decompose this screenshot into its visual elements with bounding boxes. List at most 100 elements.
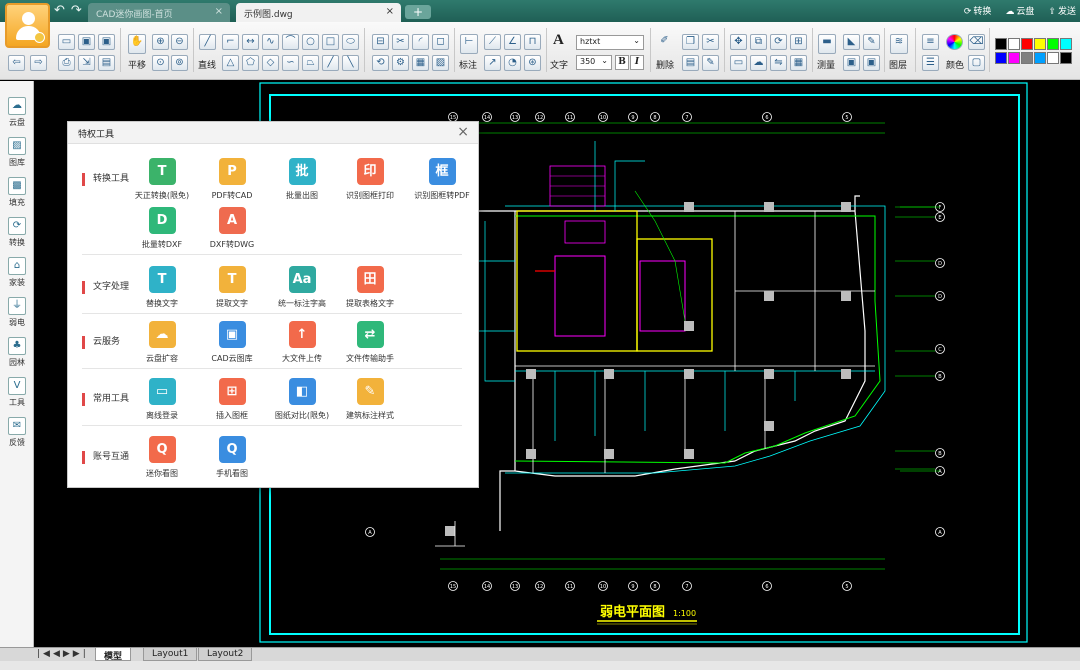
cut-icon[interactable]: ✂ bbox=[392, 34, 409, 50]
linear-dim-icon[interactable]: ⊓ bbox=[524, 34, 541, 50]
new-tab-button[interactable]: + bbox=[405, 5, 431, 19]
triangle-icon[interactable]: △ bbox=[222, 55, 239, 71]
tool-item[interactable]: 印识别图框打印 bbox=[338, 158, 402, 201]
linetype-icon[interactable]: ☰ bbox=[922, 55, 939, 71]
tool-item[interactable]: D 批量转DXF bbox=[130, 207, 194, 250]
print-icon[interactable]: ⎙ bbox=[58, 55, 75, 71]
lineweight-icon[interactable]: ≡ bbox=[922, 34, 939, 50]
save-as-icon[interactable]: ▣ bbox=[98, 34, 115, 50]
tool-item[interactable]: Q 迷你看图 bbox=[130, 436, 194, 479]
pentagon-icon[interactable]: ⬠ bbox=[242, 55, 259, 71]
mirror-icon[interactable]: ⇋ bbox=[770, 55, 787, 71]
save-icon[interactable]: ▣ bbox=[78, 34, 95, 50]
italic-button[interactable]: I bbox=[630, 55, 644, 70]
cloud-shape-icon[interactable]: ☁ bbox=[750, 55, 767, 71]
line-icon[interactable]: ╱ bbox=[199, 34, 216, 50]
radius-dim-icon[interactable]: ◔ bbox=[504, 55, 521, 71]
circle-icon[interactable]: ○ bbox=[302, 34, 319, 50]
gear-icon[interactable]: ⚙ bbox=[392, 55, 409, 71]
export-pdf-icon[interactable]: ⇲ bbox=[78, 55, 95, 71]
picture-icon[interactable]: ▣ bbox=[843, 55, 860, 71]
layer-icon[interactable]: ≋ bbox=[890, 34, 908, 54]
fillet-icon[interactable]: ◜ bbox=[412, 34, 429, 50]
image-icon[interactable]: ▨ bbox=[432, 55, 449, 71]
rect-icon[interactable]: □ bbox=[322, 34, 339, 50]
hatch-icon[interactable]: ▦ bbox=[412, 55, 429, 71]
dim-line-icon[interactable]: ↔ bbox=[242, 34, 259, 50]
curve-icon[interactable]: ⌒ bbox=[282, 34, 299, 50]
close-icon[interactable]: × bbox=[386, 6, 394, 17]
tool-item[interactable]: ▣ CAD云图库 bbox=[200, 321, 264, 364]
cloud-button[interactable]: ☁ 云盘 bbox=[1005, 4, 1034, 17]
area-icon[interactable]: ◣ bbox=[843, 34, 860, 50]
sidebar-item-garden[interactable]: ♣ 园林 bbox=[3, 335, 31, 375]
tool-item[interactable]: ◧ 图纸对比(限免) bbox=[270, 378, 334, 421]
color-swatch[interactable] bbox=[1047, 38, 1059, 50]
match-prop-icon[interactable]: ▢ bbox=[968, 55, 985, 71]
font-name-select[interactable]: hztxt ⌄ bbox=[576, 35, 644, 50]
tool-item[interactable]: Q 手机看图 bbox=[200, 436, 264, 479]
font-size-select[interactable]: 350 ⌄ bbox=[576, 55, 612, 70]
spline-icon[interactable]: ∿ bbox=[262, 34, 279, 50]
scissors-icon[interactable]: ✂ bbox=[702, 34, 719, 50]
zoom-out-icon[interactable]: ⊖ bbox=[171, 34, 188, 50]
export-image-icon[interactable]: ▤ bbox=[98, 55, 115, 71]
brush-icon[interactable]: ✎ bbox=[702, 55, 719, 71]
tool-item[interactable]: 批批量出图 bbox=[270, 158, 334, 201]
slash-icon[interactable]: ╱ bbox=[322, 55, 339, 71]
sidebar-item-hatch[interactable]: ▩ 填充 bbox=[3, 175, 31, 215]
tool-item[interactable]: T 替换文字 bbox=[130, 266, 194, 309]
close-icon[interactable]: × bbox=[215, 6, 223, 17]
copy-icon[interactable]: ❐ bbox=[682, 34, 699, 50]
block-icon[interactable]: ▭ bbox=[730, 55, 747, 71]
tool-item[interactable]: ▭ 离线登录 bbox=[130, 378, 194, 421]
sidebar-item-convert[interactable]: ⟳ 转换 bbox=[3, 215, 31, 255]
user-avatar[interactable] bbox=[5, 3, 50, 48]
eraser-small-icon[interactable]: ⌫ bbox=[968, 34, 985, 50]
zoom-extents-icon[interactable]: ⊚ bbox=[171, 55, 188, 71]
forward-icon[interactable]: ⇨ bbox=[30, 55, 47, 71]
sidebar-item-cloud[interactable]: ☁ 云盘 bbox=[3, 95, 31, 135]
color-swatch[interactable] bbox=[1008, 38, 1020, 50]
wave-icon[interactable]: ∽ bbox=[282, 55, 299, 71]
tab-drawing[interactable]: 示例图.dwg × bbox=[236, 3, 401, 22]
bold-button[interactable]: B bbox=[615, 55, 629, 70]
sidebar-item-tools[interactable]: V 工具 bbox=[3, 375, 31, 415]
tool-item[interactable]: 田提取表格文字 bbox=[338, 266, 402, 309]
color-swatch[interactable] bbox=[995, 52, 1007, 64]
tab-layout1[interactable]: Layout1 bbox=[143, 648, 198, 661]
convert-button[interactable]: ⟳ 转换 bbox=[964, 4, 992, 17]
close-icon[interactable]: × bbox=[457, 124, 469, 140]
pen-icon[interactable]: ✎ bbox=[863, 34, 880, 50]
open-icon[interactable]: ▭ bbox=[58, 34, 75, 50]
zoom-in-icon[interactable]: ⊕ bbox=[152, 34, 169, 50]
tool-item[interactable]: T 提取文字 bbox=[200, 266, 264, 309]
aligned-dim-icon[interactable]: ⟋ bbox=[484, 34, 501, 50]
scale-icon[interactable]: ⧉ bbox=[750, 34, 767, 50]
tool-item[interactable]: A DXF转DWG bbox=[200, 207, 264, 250]
color-swatch[interactable] bbox=[1008, 52, 1020, 64]
picture-compare-icon[interactable]: ▣ bbox=[863, 55, 880, 71]
tab-home[interactable]: CAD迷你画图-首页 × bbox=[88, 3, 230, 22]
polyline-icon[interactable]: ⌐ bbox=[222, 34, 239, 50]
color-swatch[interactable] bbox=[1021, 38, 1033, 50]
leader-icon[interactable]: ↗ bbox=[484, 55, 501, 71]
paste-icon[interactable]: ▤ bbox=[682, 55, 699, 71]
angle-dim-icon[interactable]: ∠ bbox=[504, 34, 521, 50]
color-swatch[interactable] bbox=[1021, 52, 1033, 64]
rotate-copy-icon[interactable]: ⟳ bbox=[770, 34, 787, 50]
tool-item[interactable]: ⊞ 插入图框 bbox=[200, 378, 264, 421]
tab-model[interactable]: 模型 bbox=[95, 648, 132, 662]
color-swatch[interactable] bbox=[1034, 38, 1046, 50]
color-swatch[interactable] bbox=[1060, 38, 1072, 50]
offset-icon[interactable]: ◻ bbox=[432, 34, 449, 50]
back-icon[interactable]: ⇦ bbox=[8, 55, 25, 71]
color-swatch[interactable] bbox=[995, 38, 1007, 50]
array-icon[interactable]: ⊞ bbox=[790, 34, 807, 50]
layout-nav-arrows[interactable]: |◀◀▶▶| bbox=[37, 649, 89, 659]
rotate-icon[interactable]: ⟲ bbox=[372, 55, 389, 71]
tool-item[interactable]: ↑ 大文件上传 bbox=[270, 321, 334, 364]
tab-layout2[interactable]: Layout2 bbox=[198, 648, 253, 661]
color-wheel-icon[interactable] bbox=[946, 34, 963, 50]
sidebar-item-gallery[interactable]: ▨ 图库 bbox=[3, 135, 31, 175]
